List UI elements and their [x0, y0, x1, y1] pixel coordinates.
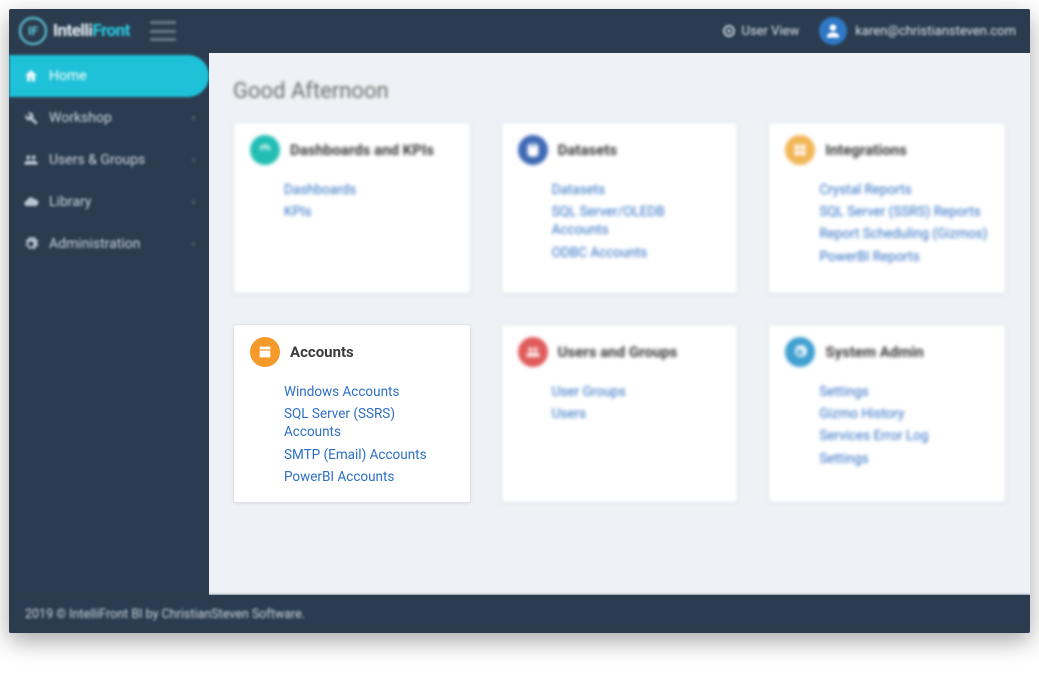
- card-title: Accounts: [290, 343, 354, 361]
- card-datasets: Datasets Datasets SQL Server/OLEDB Accou…: [501, 122, 739, 294]
- greeting: Good Afternoon: [233, 79, 1006, 104]
- cloud-icon: [23, 194, 39, 210]
- chevron-left-icon: ‹: [192, 155, 195, 166]
- app-window: IF IntelliFront User View karen@christia…: [9, 9, 1030, 633]
- gear-icon: [23, 236, 39, 252]
- user-email: karen@christiansteven.com: [855, 24, 1016, 39]
- card-title: Users and Groups: [558, 343, 678, 361]
- user-menu[interactable]: karen@christiansteven.com: [819, 17, 1016, 45]
- user-icon: [825, 23, 841, 39]
- card-title: Integrations: [825, 141, 906, 159]
- link-ssrs-reports[interactable]: SQL Server (SSRS) Reports: [819, 203, 989, 221]
- chevron-left-icon: ‹: [192, 113, 195, 124]
- accounts-icon: [250, 337, 280, 367]
- user-view-toggle[interactable]: User View: [722, 24, 800, 39]
- link-windows-accounts[interactable]: Windows Accounts: [284, 383, 454, 401]
- sidebar: Home Workshop ‹ Users & Groups ‹ Library…: [9, 53, 209, 595]
- home-icon: [23, 68, 39, 84]
- brand-mark-icon: IF: [19, 17, 47, 45]
- sidebar-item-label: Administration: [49, 236, 140, 252]
- avatar: [819, 17, 847, 45]
- sidebar-item-label: Library: [49, 194, 91, 210]
- sidebar-item-home[interactable]: Home: [9, 55, 209, 97]
- link-settings-2[interactable]: Settings: [819, 450, 989, 468]
- link-user-groups[interactable]: User Groups: [552, 383, 722, 401]
- brand-title: IntelliFront: [53, 21, 130, 41]
- card-dashboards-kpis: Dashboards and KPIs Dashboards KPIs: [233, 122, 471, 294]
- user-view-label: User View: [742, 24, 800, 39]
- link-services-error-log[interactable]: Services Error Log: [819, 427, 989, 445]
- sidebar-item-label: Workshop: [49, 110, 112, 126]
- link-ssrs-accounts[interactable]: SQL Server (SSRS) Accounts: [284, 405, 454, 441]
- menu-toggle-button[interactable]: [150, 21, 176, 41]
- link-sqloledb-accounts[interactable]: SQL Server/OLEDB Accounts: [552, 203, 722, 239]
- footer-text: 2019 © IntelliFront BI by ChristianSteve…: [25, 607, 305, 622]
- card-title: Dashboards and KPIs: [290, 141, 434, 159]
- gauge-icon: [250, 135, 280, 165]
- database-icon: [518, 135, 548, 165]
- footer: 2019 © IntelliFront BI by ChristianSteve…: [9, 595, 1030, 633]
- card-users-groups: Users and Groups User Groups Users: [501, 324, 739, 503]
- topbar: IF IntelliFront User View karen@christia…: [9, 9, 1030, 53]
- card-grid: Dashboards and KPIs Dashboards KPIs Data…: [233, 122, 1006, 503]
- card-title: Datasets: [558, 141, 617, 159]
- link-smtp-accounts[interactable]: SMTP (Email) Accounts: [284, 446, 454, 464]
- integrations-icon: [785, 135, 815, 165]
- system-admin-icon: [785, 337, 815, 367]
- link-users[interactable]: Users: [552, 405, 722, 423]
- card-accounts: Accounts Windows Accounts SQL Server (SS…: [233, 324, 471, 503]
- sidebar-item-library[interactable]: Library ‹: [9, 181, 209, 223]
- link-datasets[interactable]: Datasets: [552, 181, 722, 199]
- sidebar-item-label: Home: [49, 68, 87, 84]
- link-powerbi-accounts[interactable]: PowerBI Accounts: [284, 468, 454, 486]
- link-dashboards[interactable]: Dashboards: [284, 181, 454, 199]
- users-icon: [23, 152, 39, 168]
- card-system-admin: System Admin Settings Gizmo History Serv…: [768, 324, 1006, 503]
- body: Home Workshop ‹ Users & Groups ‹ Library…: [9, 53, 1030, 595]
- link-powerbi-reports[interactable]: PowerBI Reports: [819, 248, 989, 266]
- link-gizmo-history[interactable]: Gizmo History: [819, 405, 989, 423]
- brand-logo[interactable]: IF IntelliFront: [19, 17, 130, 45]
- users-groups-icon: [518, 337, 548, 367]
- link-crystal-reports[interactable]: Crystal Reports: [819, 181, 989, 199]
- wrench-icon: [23, 110, 39, 126]
- chevron-left-icon: ‹: [192, 239, 195, 250]
- sidebar-item-label: Users & Groups: [49, 152, 145, 168]
- link-kpis[interactable]: KPIs: [284, 203, 454, 221]
- link-report-scheduling[interactable]: Report Scheduling (Gizmos): [819, 225, 989, 243]
- card-integrations: Integrations Crystal Reports SQL Server …: [768, 122, 1006, 294]
- link-settings[interactable]: Settings: [819, 383, 989, 401]
- main-content: Good Afternoon Dashboards and KPIs Dashb…: [209, 53, 1030, 595]
- card-title: System Admin: [825, 343, 923, 361]
- sidebar-item-administration[interactable]: Administration ‹: [9, 223, 209, 265]
- target-icon: [722, 24, 736, 38]
- link-odbc-accounts[interactable]: ODBC Accounts: [552, 244, 722, 262]
- sidebar-item-workshop[interactable]: Workshop ‹: [9, 97, 209, 139]
- chevron-left-icon: ‹: [192, 197, 195, 208]
- sidebar-item-users-groups[interactable]: Users & Groups ‹: [9, 139, 209, 181]
